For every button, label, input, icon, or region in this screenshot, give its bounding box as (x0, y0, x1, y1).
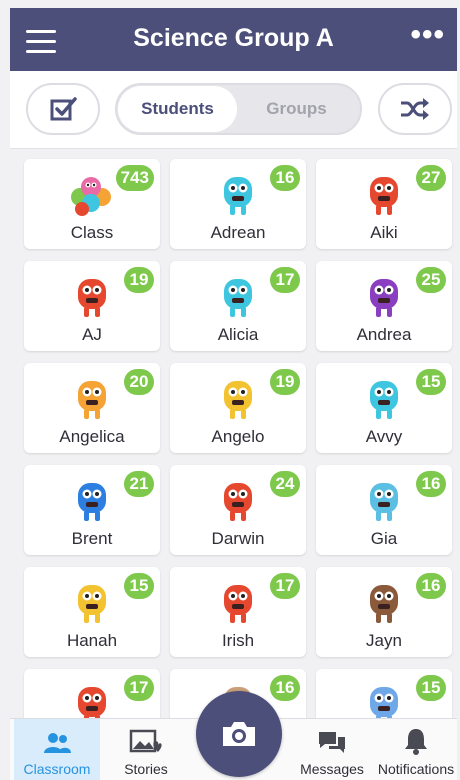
student-name: Angelica (59, 427, 125, 446)
points-badge: 24 (270, 471, 300, 497)
nav-label: Stories (124, 761, 168, 777)
student-name: Alicia (217, 325, 259, 344)
toolbar: Students Groups (10, 71, 457, 149)
points-badge: 17 (124, 675, 154, 701)
student-card[interactable]: 27 Aiki (316, 159, 452, 249)
random-picker-button[interactable] (378, 83, 452, 135)
points-badge: 17 (270, 573, 300, 599)
monster-avatar-icon (370, 687, 398, 718)
student-name: Brent (71, 529, 113, 548)
bell-icon (405, 729, 427, 755)
nav-stories[interactable]: Stories (106, 719, 186, 780)
student-name: Avvy (365, 427, 403, 446)
select-multiple-button[interactable] (26, 83, 100, 135)
student-name: Andrea (356, 325, 412, 344)
points-badge: 25 (416, 267, 446, 293)
points-badge: 15 (416, 369, 446, 395)
monster-avatar-icon (78, 381, 106, 419)
student-name: Angelo (211, 427, 265, 446)
student-grid: 743 Class 16 Adrean 27 Aiki 19 AJ 17 Alicia 25 Andr… (10, 150, 457, 718)
points-badge: 15 (124, 573, 154, 599)
monster-avatar-icon (78, 279, 106, 317)
points-badge: 743 (115, 165, 154, 191)
student-card[interactable]: 20 Angelica (24, 363, 160, 453)
monster-avatar-icon (370, 279, 398, 317)
nav-label: Notifications (377, 761, 455, 777)
monster-avatar-icon (78, 585, 106, 623)
student-name: Aiki (370, 223, 398, 242)
bottom-nav: Classroom Stories Messages Notifications (10, 691, 457, 780)
student-card[interactable]: 743 Class (24, 159, 160, 249)
monster-avatar-icon (78, 483, 106, 521)
points-badge: 19 (270, 369, 300, 395)
monster-avatar-icon (370, 585, 398, 623)
nav-classroom[interactable]: Classroom (14, 719, 100, 780)
monster-avatar-icon (224, 279, 252, 317)
tab-students[interactable]: Students (118, 86, 237, 132)
points-badge: 16 (270, 675, 300, 701)
student-name: Gia (370, 529, 398, 548)
people-icon (44, 733, 71, 753)
student-card[interactable]: 19 Angelo (170, 363, 306, 453)
student-name: Class (70, 223, 114, 242)
page-title: Science Group A (133, 24, 334, 52)
stories-icon (129, 729, 162, 753)
student-card[interactable]: 15 Avvy (316, 363, 452, 453)
monster-avatar-icon (370, 381, 398, 419)
student-card[interactable]: 17 Alicia (170, 261, 306, 351)
students-groups-toggle: Students Groups (115, 83, 362, 135)
student-name: Darwin (211, 529, 265, 548)
monster-avatar-icon (224, 177, 252, 215)
tab-groups[interactable]: Groups (239, 86, 354, 132)
monster-avatar-icon (224, 483, 252, 521)
monster-avatar-icon (224, 585, 252, 623)
nav-label: Classroom (23, 761, 91, 777)
class-group-icon (71, 177, 111, 216)
points-badge: 19 (124, 267, 154, 293)
nav-label: Messages (300, 761, 364, 777)
more-options-icon[interactable]: ••• (410, 18, 445, 52)
points-badge: 21 (124, 471, 154, 497)
points-badge: 16 (416, 471, 446, 497)
student-card[interactable]: 24 Darwin (170, 465, 306, 555)
checkbox-icon (50, 97, 77, 121)
student-card[interactable]: 17 (24, 669, 160, 718)
student-name: AJ (82, 325, 102, 344)
student-card[interactable]: 17 Irish (170, 567, 306, 657)
student-name: Jayn (366, 631, 402, 650)
monster-avatar-icon (78, 687, 106, 718)
points-badge: 16 (416, 573, 446, 599)
monster-avatar-icon (370, 177, 398, 215)
student-card[interactable]: 25 Andrea (316, 261, 452, 351)
points-badge: 16 (270, 165, 300, 191)
student-card[interactable]: 15 (316, 669, 452, 718)
student-name: Adrean (210, 223, 266, 242)
nav-messages[interactable]: Messages (292, 719, 372, 780)
student-name: Hanah (66, 631, 118, 650)
app-header: Science Group A ••• (10, 8, 457, 71)
points-badge: 15 (416, 675, 446, 701)
monster-avatar-icon (370, 483, 398, 521)
student-card[interactable]: 21 Brent (24, 465, 160, 555)
student-card[interactable]: 16 Adrean (170, 159, 306, 249)
camera-icon (223, 722, 255, 746)
nav-notifications[interactable]: Notifications (376, 719, 456, 780)
student-card[interactable]: 16 Gia (316, 465, 452, 555)
chat-icon (319, 732, 345, 753)
camera-button[interactable] (196, 691, 282, 777)
student-card[interactable]: 15 Hanah (24, 567, 160, 657)
points-badge: 27 (416, 165, 446, 191)
points-badge: 20 (124, 369, 154, 395)
points-badge: 17 (270, 267, 300, 293)
student-card[interactable]: 16 Jayn (316, 567, 452, 657)
shuffle-icon (401, 98, 429, 120)
monster-avatar-icon (224, 381, 252, 419)
student-card[interactable]: 19 AJ (24, 261, 160, 351)
student-name: Irish (221, 631, 255, 650)
